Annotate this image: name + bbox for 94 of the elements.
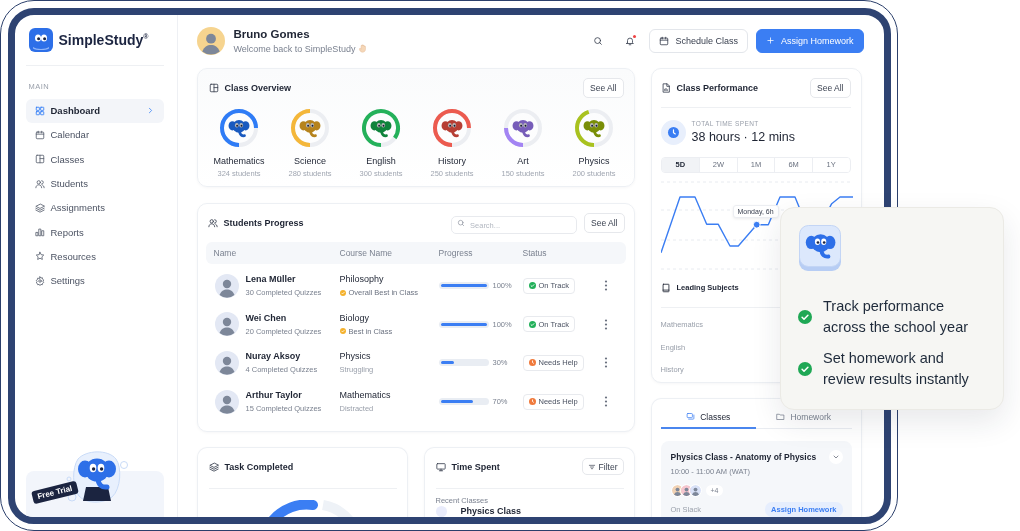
brand-name: SimpleStudy$^{®}$	[58, 31, 149, 48]
filter-button[interactable]: Filter	[581, 458, 624, 475]
schedule-class-button[interactable]: Schedule Class	[649, 28, 748, 53]
course-name: Philosophy	[339, 274, 385, 285]
subject-name: Science	[294, 155, 326, 166]
logo-icon	[28, 27, 53, 52]
award-icon	[339, 328, 346, 335]
student-avatar	[214, 312, 239, 337]
users-icon	[34, 178, 45, 189]
calendar-icon	[34, 129, 45, 140]
check-circle-icon	[528, 282, 536, 290]
student-name: Nuray Aksoy	[245, 351, 302, 362]
tab[interactable]: Classes	[660, 406, 756, 429]
more-icon[interactable]	[603, 280, 608, 292]
plus-icon	[765, 36, 775, 45]
subject-name: Physics	[578, 155, 610, 166]
class-name: Physics Class	[460, 505, 522, 517]
mascot-app-icon	[799, 225, 841, 271]
attendee-avatar	[688, 483, 702, 497]
bell-icon[interactable]	[625, 35, 636, 46]
feature-text: Set homework and review results instantly	[823, 349, 970, 389]
column-header: Name	[213, 247, 238, 258]
clock-icon	[528, 398, 536, 406]
free-trial-badge[interactable]: Free Trial	[30, 480, 78, 504]
check-circle-icon	[798, 310, 812, 324]
card-title: Time Spent	[451, 461, 500, 472]
stat-value: 38 hours · 12 mins	[691, 130, 796, 144]
filter-icon	[587, 462, 596, 471]
report-icon	[660, 82, 671, 93]
waving-hand-icon	[358, 44, 368, 53]
column-header: Progress	[438, 247, 474, 258]
nav-item[interactable]: Dashboard	[25, 98, 164, 123]
student-name: Lena Müller	[245, 274, 297, 285]
card-title: Class Overview	[224, 82, 292, 93]
card-title: Students Progress	[223, 217, 304, 228]
class-title: Physics Class - Anatomy of Physics	[670, 451, 817, 462]
student-name: Wei Chen	[245, 312, 288, 323]
see-all-button[interactable]: See All	[810, 77, 851, 98]
card-title: Class Performance	[676, 82, 759, 93]
course-name: Mathematics	[339, 390, 392, 401]
student-avatar	[214, 273, 239, 298]
folder-icon	[776, 412, 786, 421]
see-all-button[interactable]: See All	[584, 212, 625, 233]
check-circle-icon	[528, 320, 536, 328]
donut-slice	[267, 499, 318, 517]
course-name: Physics	[339, 351, 372, 362]
nav-item[interactable]: Resources	[25, 244, 164, 269]
nav-item[interactable]: Reports	[25, 220, 164, 245]
see-all-button[interactable]: See All	[583, 77, 624, 98]
clock-icon	[660, 119, 686, 145]
card-title: Task Completed	[224, 461, 294, 472]
search-icon[interactable]	[593, 35, 604, 46]
nav-item[interactable]: Assignments	[25, 195, 164, 220]
layers-icon	[208, 461, 219, 472]
nav-item[interactable]: Classes	[25, 147, 164, 172]
search-icon	[457, 218, 466, 227]
user-name: Bruno Gomes	[233, 27, 311, 40]
nav-item[interactable]: Students	[25, 171, 164, 196]
nav-item[interactable]: Calendar	[25, 122, 164, 148]
more-icon[interactable]	[603, 396, 608, 408]
subject-name: Art	[517, 155, 529, 166]
course-name: Biology	[339, 312, 371, 323]
column-header: Course Name	[339, 247, 393, 258]
settings-icon	[34, 275, 45, 286]
award-icon	[339, 289, 346, 296]
chat-icon	[686, 412, 696, 421]
subject-name: History	[438, 155, 466, 166]
book-icon	[660, 282, 671, 293]
student-avatar	[214, 351, 239, 375]
calendar-icon	[659, 35, 670, 46]
nav-item[interactable]: Settings	[25, 268, 164, 293]
greeting-text: Welcome back to SimpleStudy	[233, 43, 356, 54]
more-icon[interactable]	[603, 318, 608, 330]
tab[interactable]: Homework	[756, 406, 852, 429]
more-icon[interactable]	[603, 357, 608, 369]
check-circle-icon	[798, 362, 812, 376]
user-avatar	[196, 26, 225, 55]
star-icon	[34, 251, 45, 262]
users-icon	[207, 217, 218, 228]
bar-chart-icon	[34, 227, 45, 238]
student-name: Arthur Taylor	[245, 390, 303, 401]
panel-icon	[208, 82, 219, 93]
column-header: Status	[522, 247, 548, 258]
chart-marker-icon	[752, 220, 761, 229]
subject-name: Mathematics	[213, 155, 265, 166]
assign-homework-button[interactable]: Assign Homework	[755, 28, 864, 53]
layers-icon	[34, 202, 45, 213]
clock-icon	[528, 359, 536, 367]
panel-icon	[34, 154, 45, 165]
grid-icon	[34, 105, 45, 116]
subject-name: English	[366, 155, 396, 166]
feature-text: Track performance across the school year	[823, 297, 970, 337]
monitor-icon	[435, 461, 446, 472]
student-avatar	[214, 389, 239, 414]
